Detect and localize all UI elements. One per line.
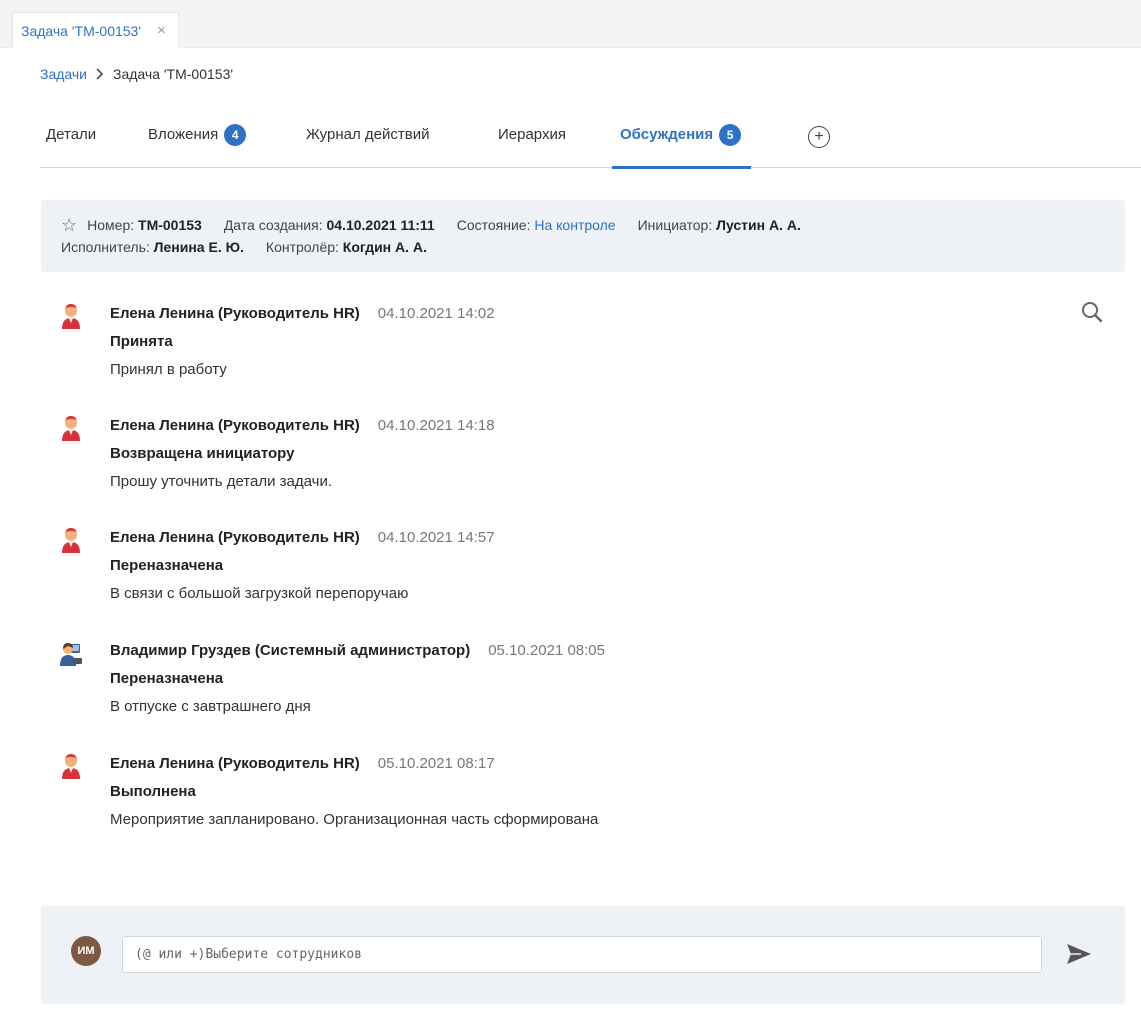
comment-body: Владимир Груздев (Системный администрато… — [110, 640, 605, 718]
tab-label: Иерархия — [498, 126, 566, 143]
tab-label: Журнал действий — [306, 126, 430, 143]
task-state-link[interactable]: На контроле — [534, 217, 615, 233]
female-user-icon — [60, 753, 82, 779]
tab-label: Вложения — [148, 126, 219, 143]
comment-date: 04.10.2021 14:18 — [377, 417, 495, 434]
tab-action-log[interactable]: Журнал действий — [306, 118, 429, 168]
task-page: Задачи Задача 'ТМ-00153' Детали Вложения… — [12, 48, 1141, 1026]
chevron-right-icon — [96, 68, 104, 80]
count-badge: 5 — [719, 124, 742, 146]
task-executor: Исполнитель: Ленина Е. Ю. — [61, 239, 244, 255]
document-tab[interactable]: Задача 'ТМ-00153' × — [12, 12, 179, 48]
comment-author[interactable]: Владимир Груздев (Системный администрато… — [110, 640, 470, 662]
task-created: Дата создания: 04.10.2021 11:11 — [223, 217, 435, 233]
search-icon[interactable] — [1080, 300, 1104, 324]
admin-user-icon — [60, 640, 82, 666]
close-icon[interactable]: × — [157, 23, 166, 38]
task-state: Состояние: На контроле — [456, 217, 616, 233]
tab-discussions[interactable]: Обсуждения 5 — [611, 118, 752, 169]
comment-status: Возвращена инициатору — [110, 445, 295, 462]
female-user-icon — [60, 303, 82, 329]
comment-status: Принята — [110, 333, 173, 350]
comment-status: Выполнена — [110, 783, 196, 800]
comment-body: Елена Ленина (Руководитель HR) 05.10.2021… — [110, 753, 598, 831]
breadcrumb-link-tasks[interactable]: Задачи — [40, 66, 87, 82]
comment-author[interactable]: Елена Ленина (Руководитель HR) — [110, 527, 360, 549]
task-info-panel: ☆ Номер: ТМ-00153 Дата создания: 04.10.2… — [41, 200, 1125, 272]
comment-text: Прошу уточнить детали задачи. — [110, 473, 332, 490]
avatar: ИМ — [71, 936, 101, 966]
comment-author[interactable]: Елена Ленина (Руководитель HR) — [110, 753, 360, 775]
comment-text: Принял в работу — [110, 361, 227, 378]
comment-date: 05.10.2021 08:17 — [377, 755, 495, 772]
comment-date: 05.10.2021 08:05 — [488, 642, 605, 659]
comment-body: Елена Ленина (Руководитель HR) 04.10.2021… — [110, 303, 495, 381]
task-number: Номер: ТМ-00153 — [87, 217, 202, 233]
tab-label: Обсуждения — [620, 126, 714, 143]
comment-text: Мероприятие запланировано. Организационн… — [110, 811, 599, 828]
breadcrumb: Задачи Задача 'ТМ-00153' — [40, 66, 233, 82]
female-user-icon — [60, 527, 82, 553]
star-icon[interactable]: ☆ — [61, 214, 77, 236]
female-user-icon — [60, 415, 82, 441]
send-icon[interactable] — [1065, 942, 1093, 966]
document-tab-bar: Задача 'ТМ-00153' × — [0, 0, 1141, 48]
comment-text: В отпуске с завтрашнего дня — [110, 698, 311, 715]
tab-label: Детали — [46, 126, 97, 143]
comment-status: Переназначена — [110, 557, 224, 574]
breadcrumb-current: Задача 'ТМ-00153' — [113, 66, 234, 82]
comment-status: Переназначена — [110, 670, 224, 687]
tab-attachments[interactable]: Вложения 4 — [148, 118, 247, 168]
comment-date: 04.10.2021 14:57 — [377, 529, 495, 546]
task-initiator: Инициатор: Лустин А. А. — [637, 217, 801, 233]
mention-input[interactable] — [122, 936, 1042, 973]
comment-body: Елена Ленина (Руководитель HR) 04.10.2021… — [110, 527, 495, 605]
task-controller: Контролёр: Когдин А. А. — [265, 239, 427, 255]
add-tab-icon[interactable]: + — [808, 126, 830, 148]
comment-author[interactable]: Елена Ленина (Руководитель HR) — [110, 415, 360, 437]
comment-text: В связи с большой загрузкой перепоручаю — [110, 585, 409, 602]
tab-hierarchy[interactable]: Иерархия — [498, 118, 566, 168]
document-tab-title[interactable]: Задача 'ТМ-00153' — [21, 23, 141, 39]
comment-body: Елена Ленина (Руководитель HR) 04.10.2021… — [110, 415, 495, 493]
count-badge: 4 — [224, 124, 247, 146]
comment-author[interactable]: Елена Ленина (Руководитель HR) — [110, 303, 360, 325]
tab-details[interactable]: Детали — [46, 118, 96, 168]
comment-composer: ИМ — [41, 906, 1125, 1004]
tab-bar: Детали Вложения 4 Журнал действий Иерарх… — [40, 118, 1141, 169]
comment-date: 04.10.2021 14:02 — [377, 305, 495, 322]
